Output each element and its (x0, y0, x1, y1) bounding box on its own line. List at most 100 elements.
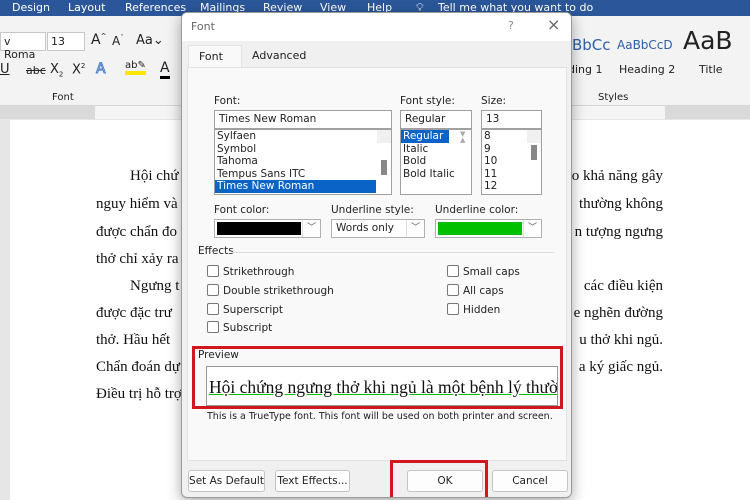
size-input[interactable]: 13 (481, 110, 542, 129)
all-caps-label[interactable]: All caps (463, 285, 504, 297)
font-color-dropdown[interactable]: ﹀ (214, 219, 321, 238)
font-size-box[interactable]: 13 (47, 32, 85, 51)
doc-line: các điều kiện (583, 278, 663, 294)
doc-line: Ngưng t (130, 278, 180, 294)
font-style-input[interactable]: Regular (400, 110, 472, 129)
truetype-note: This is a TrueType font. This font will … (207, 411, 553, 422)
font-style-list[interactable]: Regular Italic Bold Bold Italic ▲ ▼ (400, 129, 472, 195)
small-caps-label[interactable]: Small caps (463, 266, 520, 278)
set-as-default-button[interactable]: Set As Default (188, 470, 265, 492)
font-color-label: Font color: (214, 204, 270, 216)
strikethrough-icon[interactable]: abc (26, 64, 46, 77)
style-title-label: Title (699, 63, 723, 76)
subscript-label[interactable]: Subscript (223, 322, 272, 334)
style-list-item-selected[interactable]: Regular (401, 130, 449, 143)
style-heading1-label: ding 1 (568, 63, 603, 76)
style-heading2-label: Heading 2 (619, 63, 676, 76)
grow-font-icon[interactable]: A^ (91, 32, 106, 48)
small-caps-checkbox[interactable] (447, 265, 459, 277)
doc-line: được chẩn đo (96, 224, 178, 240)
size-list-item[interactable]: 12 (482, 180, 541, 193)
text-effects-button[interactable]: Text Effects... (275, 470, 350, 492)
font-size-value: 13 (51, 35, 65, 48)
cancel-button[interactable]: Cancel (492, 470, 568, 492)
font-input[interactable]: Times New Roman (214, 110, 392, 129)
style-list-scrollbar[interactable]: ▲ ▼ (457, 130, 471, 144)
tab-layout[interactable]: Layout (68, 1, 105, 14)
hidden-checkbox[interactable] (447, 303, 459, 315)
highlight-icon[interactable]: ab✎ (125, 60, 146, 75)
doc-line: u thở khi ngủ. (579, 332, 663, 348)
chevron-down-icon: ﹀ (406, 220, 424, 237)
tab-design[interactable]: Design (12, 1, 50, 14)
all-caps-checkbox[interactable] (447, 284, 459, 296)
superscript-icon[interactable]: X2 (72, 62, 85, 77)
styles-group-label: Styles (598, 92, 629, 103)
double-strikethrough-label[interactable]: Double strikethrough (223, 285, 334, 297)
font-list-item[interactable]: Tahoma (215, 155, 391, 168)
effects-label: Effects (198, 245, 234, 257)
underline-style-value: Words only (336, 222, 395, 234)
style-title-preview[interactable]: AaB (683, 26, 733, 55)
tab-references[interactable]: References (125, 1, 186, 14)
font-list-item[interactable]: Sylfaen (215, 130, 391, 143)
font-list-scrollbar[interactable] (377, 130, 391, 175)
superscript-label[interactable]: Superscript (223, 304, 283, 316)
font-list-item[interactable]: Symbol (215, 143, 391, 156)
doc-line: Điều trị hỗ trợ (96, 386, 182, 402)
style-list-item[interactable]: Bold Italic (401, 168, 471, 181)
style-list-item[interactable]: Bold (401, 155, 471, 168)
doc-line: Hội chứ (130, 168, 179, 184)
close-button[interactable]: × (547, 15, 560, 34)
size-list-scrollbar[interactable] (527, 130, 541, 160)
underline-color-dropdown[interactable]: ﹀ (435, 219, 542, 238)
size-label: Size: (481, 95, 507, 107)
font-label: Font: (214, 95, 241, 107)
font-color-icon[interactable]: A (160, 60, 170, 79)
text-effects-icon[interactable]: A (96, 61, 107, 78)
style-heading1-preview[interactable]: BbCc (572, 36, 611, 54)
superscript-checkbox[interactable] (207, 303, 219, 315)
font-list-item[interactable]: Tempus Sans ITC (215, 168, 391, 181)
dialog-titlebar[interactable]: Font ? × (182, 13, 571, 41)
double-strikethrough-checkbox[interactable] (207, 284, 219, 296)
change-case-icon[interactable]: Aa⌄ (136, 33, 164, 48)
underline-style-dropdown[interactable]: Words only ﹀ (331, 219, 425, 238)
doc-line: thở chỉ xảy ra (96, 251, 179, 267)
dialog-title: Font (191, 20, 215, 33)
font-list[interactable]: Sylfaen Symbol Tahoma Tempus Sans ITC Ti… (214, 129, 392, 195)
doc-line: thường không (579, 196, 663, 212)
doc-line: nguy hiểm và (96, 196, 178, 212)
underline-icon[interactable]: U (0, 62, 10, 77)
underline-color-swatch (438, 222, 522, 235)
shrink-font-icon[interactable]: Aˇ (112, 34, 124, 48)
strikethrough-checkbox[interactable] (207, 265, 219, 277)
size-list-item[interactable]: 11 (482, 168, 541, 181)
subscript-icon[interactable]: X2 (50, 62, 63, 79)
size-list[interactable]: 8 9 10 11 12 (481, 129, 542, 195)
doc-line: Chẩn đoán dự (96, 359, 180, 375)
doc-line: e nghẽn đường (573, 305, 663, 321)
chevron-down-icon: ﹀ (302, 220, 320, 237)
font-color-swatch (217, 222, 301, 235)
help-button[interactable]: ? (508, 19, 514, 32)
tab-font[interactable]: Font (188, 45, 242, 67)
doc-line: a ký giấc ngủ. (578, 359, 663, 375)
subscript-checkbox[interactable] (207, 321, 219, 333)
font-style-label: Font style: (400, 95, 455, 107)
style-heading2-preview[interactable]: AaBbCcD (617, 38, 673, 52)
font-group-label: Font (52, 92, 74, 103)
strikethrough-label[interactable]: Strikethrough (223, 266, 294, 278)
preview-highlight (192, 346, 563, 409)
font-name-value: v Roma (4, 35, 36, 61)
doc-line: n tượng ngưng (574, 224, 663, 240)
hidden-label[interactable]: Hidden (463, 304, 500, 316)
underline-color-label: Underline color: (435, 204, 519, 216)
chevron-down-icon: ﹀ (523, 220, 541, 237)
font-name-box[interactable]: v Roma (0, 32, 46, 61)
font-list-item-selected[interactable]: Times New Roman (215, 180, 376, 193)
doc-line: o khả năng gây (571, 168, 663, 184)
doc-line: được đặc trư (96, 305, 172, 321)
tab-advanced[interactable]: Advanced (242, 45, 316, 67)
font-dialog: Font ? × Font Advanced Font: Times New R… (181, 12, 572, 498)
